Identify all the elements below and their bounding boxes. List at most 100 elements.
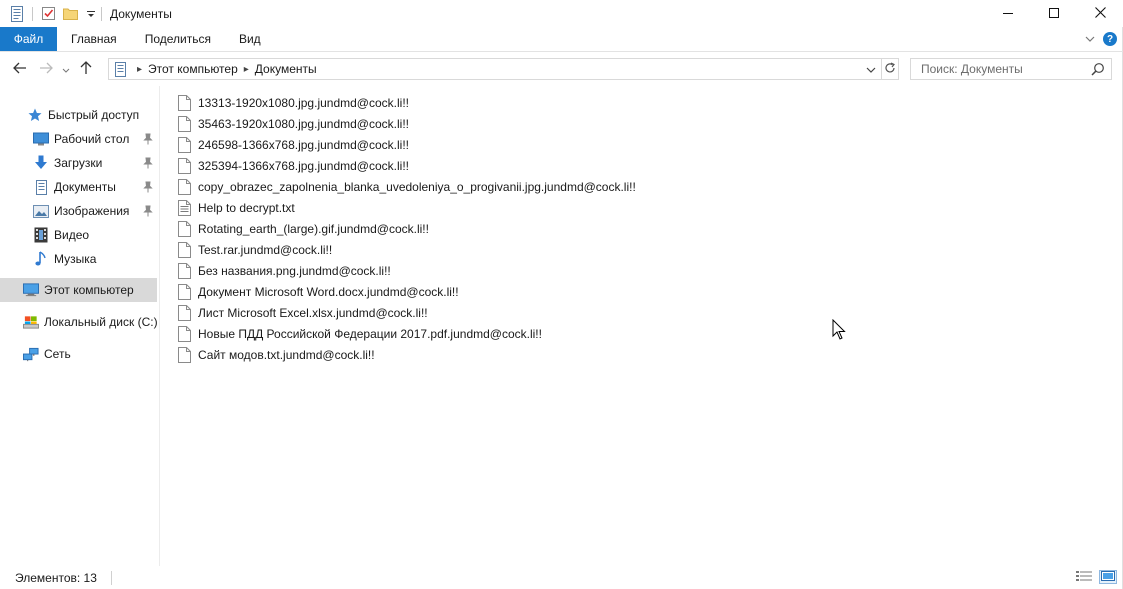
network-icon <box>23 346 39 362</box>
sidebar-item-label: Музыка <box>54 252 97 266</box>
list-item[interactable]: copy_obrazec_zapolnenia_blanka_uvedoleni… <box>176 176 636 197</box>
close-icon <box>1094 6 1106 21</box>
file-icon <box>176 115 192 133</box>
address-bar[interactable]: ▸ Этот компьютер ▸ Документы <box>108 58 882 80</box>
pin-icon[interactable] <box>143 157 153 169</box>
view-switcher <box>1075 570 1117 584</box>
mouse-cursor-icon <box>832 318 846 341</box>
list-item[interactable]: Rotating_earth_(large).gif.jundmd@cock.l… <box>176 218 429 239</box>
video-icon <box>33 227 49 243</box>
window-controls <box>985 0 1123 27</box>
file-icon <box>176 283 192 301</box>
recent-locations-button[interactable] <box>59 56 73 82</box>
title-separator <box>101 6 102 21</box>
address-history-button[interactable] <box>863 59 879 79</box>
navigation-pane: Быстрый доступ Рабочий стол Загрузки Док… <box>0 86 160 566</box>
sidebar-item-documents[interactable]: Документы <box>0 175 157 199</box>
pin-icon[interactable] <box>143 205 153 217</box>
tab-view[interactable]: Вид <box>225 27 275 51</box>
arrow-left-icon <box>13 62 27 77</box>
search-box[interactable] <box>910 58 1112 80</box>
sidebar-item-label: Быстрый доступ <box>48 108 140 122</box>
sidebar-item-label: Изображения <box>54 204 130 218</box>
list-item[interactable]: Test.rar.jundmd@cock.li!! <box>176 239 332 260</box>
pictures-icon <box>33 203 49 219</box>
search-icon[interactable] <box>1091 62 1105 76</box>
qat-dropdown-icon[interactable] <box>85 5 97 23</box>
file-icon <box>176 262 192 280</box>
sidebar-item-network[interactable]: Сеть <box>0 342 157 366</box>
large-icons-view-button[interactable] <box>1099 570 1117 584</box>
file-name: copy_obrazec_zapolnenia_blanka_uvedoleni… <box>198 179 636 194</box>
minimize-button[interactable] <box>985 0 1031 27</box>
tab-file[interactable]: Файл <box>0 27 57 51</box>
text-file-icon <box>176 199 192 217</box>
download-icon <box>33 155 49 171</box>
up-button[interactable] <box>73 56 99 82</box>
sidebar-item-music[interactable]: Музыка <box>0 247 157 271</box>
item-count: Элементов: 13 <box>15 570 97 585</box>
file-icon <box>176 157 192 175</box>
sidebar-item-local-disk[interactable]: Локальный диск (C:) <box>0 310 157 334</box>
minimize-icon <box>1003 7 1013 21</box>
sidebar-item-label: Этот компьютер <box>44 283 134 297</box>
sidebar-item-quick-access[interactable]: Быстрый доступ <box>0 103 157 127</box>
details-view-icon <box>1076 570 1092 585</box>
tab-share[interactable]: Поделиться <box>131 27 225 51</box>
file-name: Rotating_earth_(large).gif.jundmd@cock.l… <box>198 221 429 236</box>
list-item[interactable]: Документ Microsoft Word.docx.jundmd@cock… <box>176 281 459 302</box>
sidebar-item-label: Документы <box>54 180 116 194</box>
list-item[interactable]: Новые ПДД Российской Федерации 2017.pdf.… <box>176 323 542 344</box>
list-item[interactable]: Без названия.png.jundmd@cock.li!! <box>176 260 391 281</box>
quick-access-toolbar: Документы <box>0 0 172 27</box>
explorer-window: Документы Файл Главная Поделиться Вид ? <box>0 0 1123 589</box>
ribbon-right-controls: ? <box>1085 27 1123 51</box>
sidebar-item-video[interactable]: Видео <box>0 223 157 247</box>
breadcrumb-separator-icon[interactable]: ▸ <box>137 64 142 75</box>
maximize-button[interactable] <box>1031 0 1077 27</box>
breadcrumb-documents[interactable]: Документы <box>255 62 317 76</box>
file-name: Документ Microsoft Word.docx.jundmd@cock… <box>198 284 459 299</box>
search-input[interactable] <box>919 60 1089 78</box>
expand-ribbon-button[interactable] <box>1085 32 1095 46</box>
back-button[interactable] <box>7 56 33 82</box>
sidebar-item-this-pc[interactable]: Этот компьютер <box>0 278 157 302</box>
sidebar-item-downloads[interactable]: Загрузки <box>0 151 157 175</box>
file-name: 246598-1366x768.jpg.jundmd@cock.li!! <box>198 137 409 152</box>
refresh-icon <box>884 61 896 77</box>
file-icon <box>176 304 192 322</box>
file-icon <box>176 178 192 196</box>
help-icon[interactable]: ? <box>1103 32 1117 46</box>
sidebar-item-pictures[interactable]: Изображения <box>0 199 157 223</box>
sidebar-item-label: Рабочий стол <box>54 132 130 146</box>
tab-home[interactable]: Главная <box>57 27 131 51</box>
pin-icon[interactable] <box>143 181 153 193</box>
breadcrumb-separator-icon[interactable]: ▸ <box>244 64 249 75</box>
list-item[interactable]: 246598-1366x768.jpg.jundmd@cock.li!! <box>176 134 409 155</box>
file-name: 35463-1920x1080.jpg.jundmd@cock.li!! <box>198 116 409 131</box>
refresh-button[interactable] <box>881 58 899 80</box>
close-button[interactable] <box>1077 0 1123 27</box>
new-folder-icon[interactable] <box>61 5 79 23</box>
list-item[interactable]: 325394-1366x768.jpg.jundmd@cock.li!! <box>176 155 409 176</box>
file-name: 325394-1366x768.jpg.jundmd@cock.li!! <box>198 158 409 173</box>
arrow-right-icon <box>39 62 53 77</box>
checklist-icon[interactable] <box>39 5 57 23</box>
list-item[interactable]: Сайт модов.txt.jundmd@cock.li!! <box>176 344 375 365</box>
file-icon <box>176 136 192 154</box>
sidebar-item-label: Видео <box>54 228 90 242</box>
details-view-button[interactable] <box>1075 570 1093 584</box>
sidebar-item-desktop[interactable]: Рабочий стол <box>0 127 157 151</box>
list-item[interactable]: Help to decrypt.txt <box>176 197 295 218</box>
computer-icon <box>23 282 39 298</box>
list-item[interactable]: 13313-1920x1080.jpg.jundmd@cock.li!! <box>176 92 409 113</box>
sidebar-item-label: Локальный диск (C:) <box>44 315 157 329</box>
pin-icon[interactable] <box>143 133 153 145</box>
forward-button[interactable] <box>33 56 59 82</box>
breadcrumb-this-pc[interactable]: Этот компьютер <box>148 62 238 76</box>
file-name: Test.rar.jundmd@cock.li!! <box>198 242 333 257</box>
properties-icon[interactable] <box>8 5 26 23</box>
list-item[interactable]: 35463-1920x1080.jpg.jundmd@cock.li!! <box>176 113 409 134</box>
qat-separator <box>32 6 33 21</box>
list-item[interactable]: Лист Microsoft Excel.xlsx.jundmd@cock.li… <box>176 302 428 323</box>
